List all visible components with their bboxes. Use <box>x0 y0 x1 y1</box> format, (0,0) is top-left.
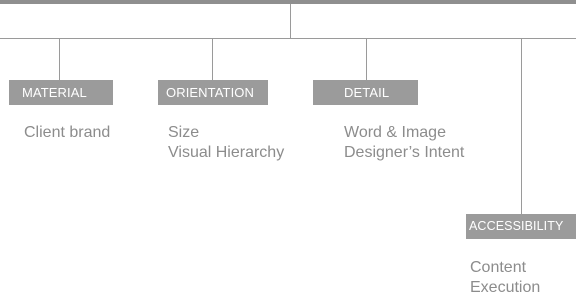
root-bar <box>0 0 576 4</box>
desc-line: Designer’s Intent <box>344 144 465 161</box>
node-desc-orientation: Size Visual Hierarchy <box>168 123 284 163</box>
connector-orientation <box>212 38 213 80</box>
node-desc-detail: Word & Image Designer’s Intent <box>344 123 464 163</box>
node-label-accessibility: ACCESSIBILITY <box>466 214 576 239</box>
connector-accessibility <box>521 38 522 214</box>
desc-line: Visual Hierarchy <box>168 144 285 161</box>
branch-line <box>0 38 576 39</box>
root-connector <box>290 4 291 38</box>
node-label-detail: DETAIL <box>313 80 418 105</box>
desc-line: Word & Image <box>344 124 446 141</box>
desc-line: Size <box>168 124 200 141</box>
desc-line: Content <box>470 259 527 276</box>
desc-line: Execution <box>470 279 541 296</box>
connector-detail <box>366 38 367 80</box>
node-label-material: MATERIAL <box>9 80 113 105</box>
connector-material <box>59 38 60 80</box>
desc-line: Client brand <box>24 124 111 141</box>
node-desc-accessibility: Content Execution <box>470 258 540 298</box>
node-desc-material: Client brand <box>24 123 110 143</box>
node-label-orientation: ORIENTATION <box>158 80 268 105</box>
